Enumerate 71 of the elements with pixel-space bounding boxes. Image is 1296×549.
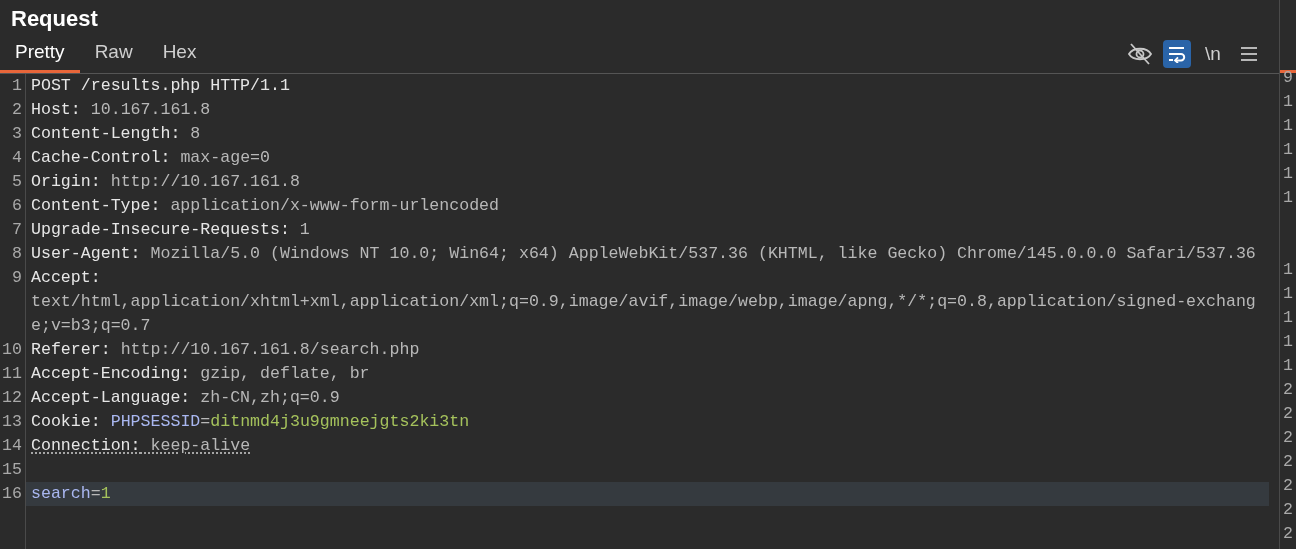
header-value: gzip, deflate, br	[199, 364, 370, 383]
header-value: 1	[298, 220, 310, 239]
line-number: 1	[1283, 164, 1293, 183]
line-number: 1	[1283, 116, 1293, 135]
line-number: 10	[2, 340, 22, 359]
line-number: 1	[12, 76, 22, 95]
line-number: 6	[12, 196, 22, 215]
header-value: http://10.167.161.8	[109, 172, 300, 191]
line-number: 2	[1283, 404, 1293, 423]
line-number: 11	[2, 364, 22, 383]
line-number: 7	[12, 220, 22, 239]
line-number: 1	[1283, 356, 1293, 375]
header-name: Cookie:	[31, 412, 102, 431]
header-name: Accept-Encoding:	[31, 364, 191, 383]
tab[interactable]: Raw	[79, 33, 148, 73]
header-name: Host:	[31, 100, 81, 119]
tab[interactable]: Pretty	[0, 33, 80, 73]
line-number: 1	[1283, 260, 1293, 279]
line-number: 1	[1283, 332, 1293, 351]
header-value: keep-alive	[149, 436, 251, 455]
header-name: POST /results.php HTTP/1.1	[31, 76, 290, 95]
header-name: Referer:	[31, 340, 111, 359]
line-number: 1	[1283, 92, 1293, 111]
header-value: application/x-www-form-urlencoded	[169, 196, 500, 215]
header-name: Upgrade-Insecure-Requests:	[31, 220, 290, 239]
line-number: 2	[1283, 524, 1293, 543]
line-number: 12	[2, 388, 22, 407]
line-number: 2	[12, 100, 22, 119]
header-name: Content-Type:	[31, 196, 161, 215]
panel-title: Request	[10, 5, 99, 33]
line-number: 5	[12, 172, 22, 191]
line-number: 1	[1283, 188, 1293, 207]
header-value: =	[200, 412, 211, 431]
param-name: PHPSESSID	[110, 412, 201, 431]
header-name: Cache-Control:	[31, 148, 171, 167]
line-number: 1	[1283, 308, 1293, 327]
header-name: Accept:	[31, 268, 101, 287]
line-number: 14	[2, 436, 22, 455]
header-value: 10.167.161.8	[89, 100, 211, 119]
header-name: User-Agent:	[31, 244, 141, 263]
header-value: zh-CN,zh;q=0.9	[199, 388, 340, 407]
header-value: max-age=0	[179, 148, 270, 167]
line-number: 1	[1283, 284, 1293, 303]
tab[interactable]: Hex	[147, 33, 212, 73]
param-value: 1	[100, 484, 111, 503]
header-name: Content-Length:	[31, 124, 181, 143]
line-number: 4	[12, 148, 22, 167]
line-number: 9	[12, 268, 22, 287]
line-number: 2	[1283, 380, 1293, 399]
header-value: 8	[189, 124, 201, 143]
param-value: ditnmd4j3u9gmneejgts2ki3tn	[210, 412, 470, 431]
line-number: 2	[1283, 428, 1293, 447]
line-number: 3	[12, 124, 22, 143]
wrap-icon[interactable]	[1163, 40, 1191, 68]
header-name: Origin:	[31, 172, 101, 191]
newline-toggle[interactable]: \n	[1199, 40, 1227, 68]
header-name: Connection:	[31, 436, 141, 455]
line-number: 9	[1283, 68, 1293, 87]
line-number: 2	[1283, 476, 1293, 495]
header-value: http://10.167.161.8/search.php	[119, 340, 420, 359]
line-number: 2	[1283, 500, 1293, 519]
line-number: 16	[2, 484, 22, 503]
line-number: 8	[12, 244, 22, 263]
header-value: =	[90, 484, 101, 503]
line-number: 2	[1283, 452, 1293, 471]
line-number: 15	[2, 460, 22, 479]
param-name: search	[31, 484, 91, 503]
header-name: Accept-Language:	[31, 388, 191, 407]
line-number: 1	[1283, 140, 1293, 159]
line-number: 13	[2, 412, 22, 431]
header-value: Mozilla/5.0 (Windows NT 10.0; Win64; x64) AppleWebKit/537.36 (KHTML, like Gecko) Chrome/145.0.0.0 Safari/537.36	[149, 244, 1256, 263]
